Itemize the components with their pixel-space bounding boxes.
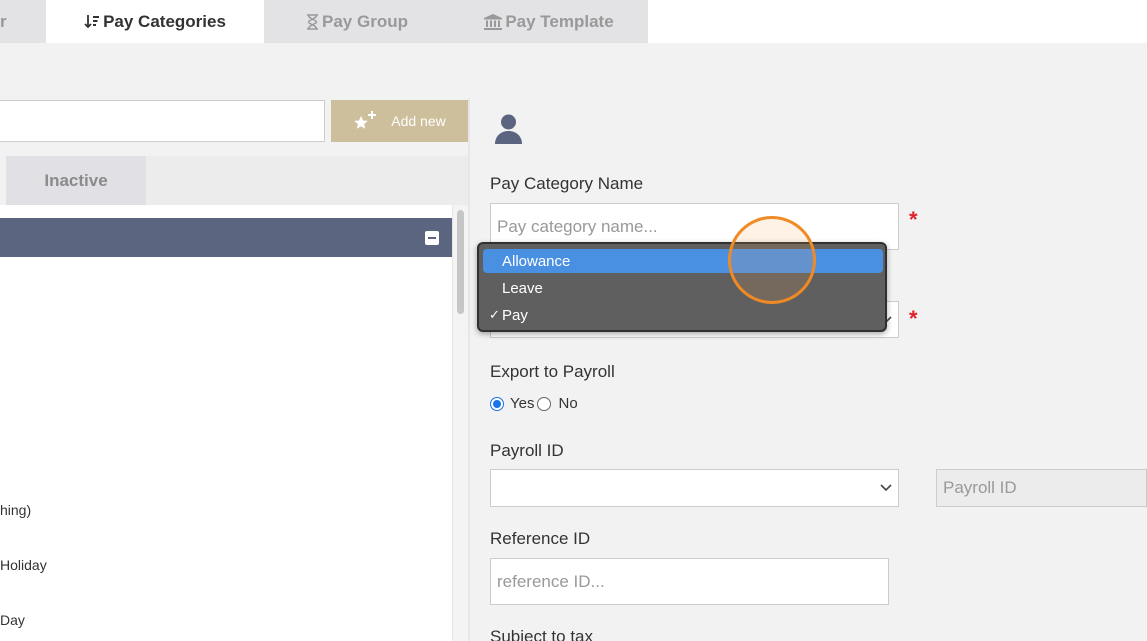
list-item[interactable]: Day (0, 612, 25, 628)
reference-id-label: Reference ID (490, 529, 591, 548)
pay-category-name-label: Pay Category Name (490, 174, 644, 193)
star-plus-icon (353, 110, 379, 133)
reference-id-input[interactable]: reference ID... (490, 558, 889, 605)
pay-category-list: hing) Holiday Day (0, 205, 468, 641)
export-radio-group: Yes No (490, 395, 578, 412)
bank-icon (484, 13, 503, 30)
payroll-id-select[interactable] (490, 469, 899, 507)
export-to-payroll-label: Export to Payroll (490, 362, 615, 381)
tab-inactive[interactable]: Inactive (6, 156, 146, 205)
option-allowance-label: Allowance (502, 252, 571, 270)
option-leave[interactable]: Leave (483, 276, 883, 300)
user-icon (494, 114, 523, 149)
required-marker: * (909, 207, 918, 232)
scrollbar[interactable] (452, 205, 468, 641)
add-new-button[interactable]: Add new (331, 100, 468, 142)
chevron-down-icon (880, 479, 892, 497)
required-marker: * (909, 306, 918, 331)
category-type-dropdown: Allowance Leave ✓ Pay (477, 242, 887, 332)
hourglass-icon (306, 13, 319, 30)
option-pay[interactable]: ✓ Pay (483, 303, 883, 327)
collapse-icon[interactable] (425, 231, 439, 245)
tab-previous-label: r (0, 11, 7, 31)
left-panel: Add new Inactive hing) Holiday Day (0, 43, 468, 641)
search-input[interactable] (0, 100, 325, 142)
scroll-thumb[interactable] (457, 210, 464, 314)
checkmark-icon: ✓ (489, 307, 500, 322)
tab-pay-group-label: Pay Group (322, 11, 408, 31)
export-yes-radio[interactable] (490, 396, 504, 411)
sort-icon (84, 14, 100, 30)
list-item[interactable]: Holiday (0, 557, 47, 573)
add-new-label: Add new (391, 113, 446, 129)
payroll-id-label: Payroll ID (490, 441, 564, 460)
tab-pay-categories[interactable]: Pay Categories (46, 0, 264, 43)
tab-previous[interactable]: r (0, 0, 46, 43)
payroll-id-input[interactable]: Payroll ID (936, 469, 1147, 507)
tab-pay-categories-label: Pay Categories (103, 11, 226, 31)
list-item[interactable]: hing) (0, 502, 31, 518)
export-yes-label: Yes (510, 395, 535, 412)
group-header[interactable] (0, 218, 452, 257)
export-no-radio[interactable] (537, 396, 552, 411)
tab-inactive-label: Inactive (44, 170, 108, 190)
tab-bar: r Pay Categories Pay Group Pay Template (0, 0, 1147, 43)
export-no-label: No (558, 395, 578, 412)
status-tabs: Inactive (0, 156, 468, 205)
option-pay-label: Pay (502, 306, 528, 324)
option-allowance[interactable]: Allowance (483, 249, 883, 273)
tab-pay-template[interactable]: Pay Template (450, 0, 648, 43)
tab-pay-group[interactable]: Pay Group (264, 0, 450, 43)
option-leave-label: Leave (502, 279, 543, 297)
panel-divider (468, 98, 470, 641)
tab-pay-template-label: Pay Template (505, 11, 614, 31)
subject-to-tax-label: Subject to tax (490, 627, 594, 641)
